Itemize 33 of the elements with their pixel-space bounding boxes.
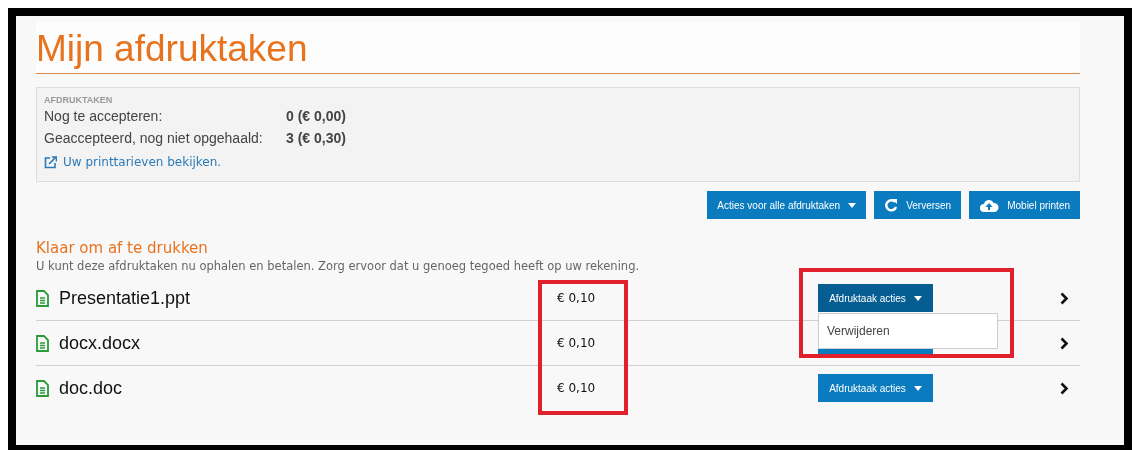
chevron-right-icon[interactable] bbox=[1060, 336, 1069, 350]
file-name: Presentatie1.ppt bbox=[59, 287, 191, 309]
job-actions-dropdown[interactable]: Afdruktaak acties bbox=[818, 284, 933, 312]
external-link-icon bbox=[44, 155, 57, 169]
page-title: Mijn afdruktaken bbox=[36, 30, 308, 67]
mobile-print-button[interactable]: Mobiel printen bbox=[969, 191, 1080, 219]
caret-icon bbox=[913, 385, 922, 391]
job-price: € 0,10 bbox=[557, 291, 596, 305]
chevron-right-icon[interactable] bbox=[1060, 291, 1069, 305]
menu-item[interactable]: Verwijderen bbox=[819, 320, 997, 342]
job-price: € 0,10 bbox=[557, 381, 596, 395]
actions-dropdown[interactable]: Acties voor alle afdruktaken bbox=[707, 191, 867, 219]
document-icon bbox=[36, 379, 49, 397]
rates-link[interactable]: Uw printtarieven bekijken. bbox=[44, 155, 222, 169]
summary-label: Nog te accepteren: bbox=[44, 108, 164, 124]
file-name: doc.doc bbox=[59, 377, 123, 399]
job-price: € 0,10 bbox=[557, 336, 596, 350]
file-name: docx.docx bbox=[59, 332, 141, 354]
panel-heading: AFDRUKTAKEN bbox=[44, 95, 114, 105]
section-description: U kunt deze afdruktaken nu ophalen en betalen. Zorg ervoor dat u genoeg tegoed heeft op uw rekening. bbox=[36, 259, 641, 273]
summary-value: 0 (€ 0,00) bbox=[286, 108, 346, 124]
section-heading: Klaar om af te drukken bbox=[36, 239, 209, 257]
document-icon bbox=[36, 289, 49, 307]
summary-value: 3 (€ 0,30) bbox=[286, 130, 346, 146]
summary-label: Geaccepteerd, nog niet opgehaald: bbox=[44, 130, 264, 146]
caret-icon bbox=[848, 202, 857, 208]
refresh-button[interactable]: Verversen bbox=[874, 191, 962, 219]
job-actions-dropdown[interactable]: Afdruktaak acties bbox=[818, 374, 933, 402]
chevron-right-icon[interactable] bbox=[1060, 381, 1069, 395]
caret-icon bbox=[913, 295, 922, 301]
refresh-icon bbox=[884, 198, 899, 212]
document-icon bbox=[36, 334, 49, 352]
cloud-upload-icon bbox=[979, 198, 1000, 212]
